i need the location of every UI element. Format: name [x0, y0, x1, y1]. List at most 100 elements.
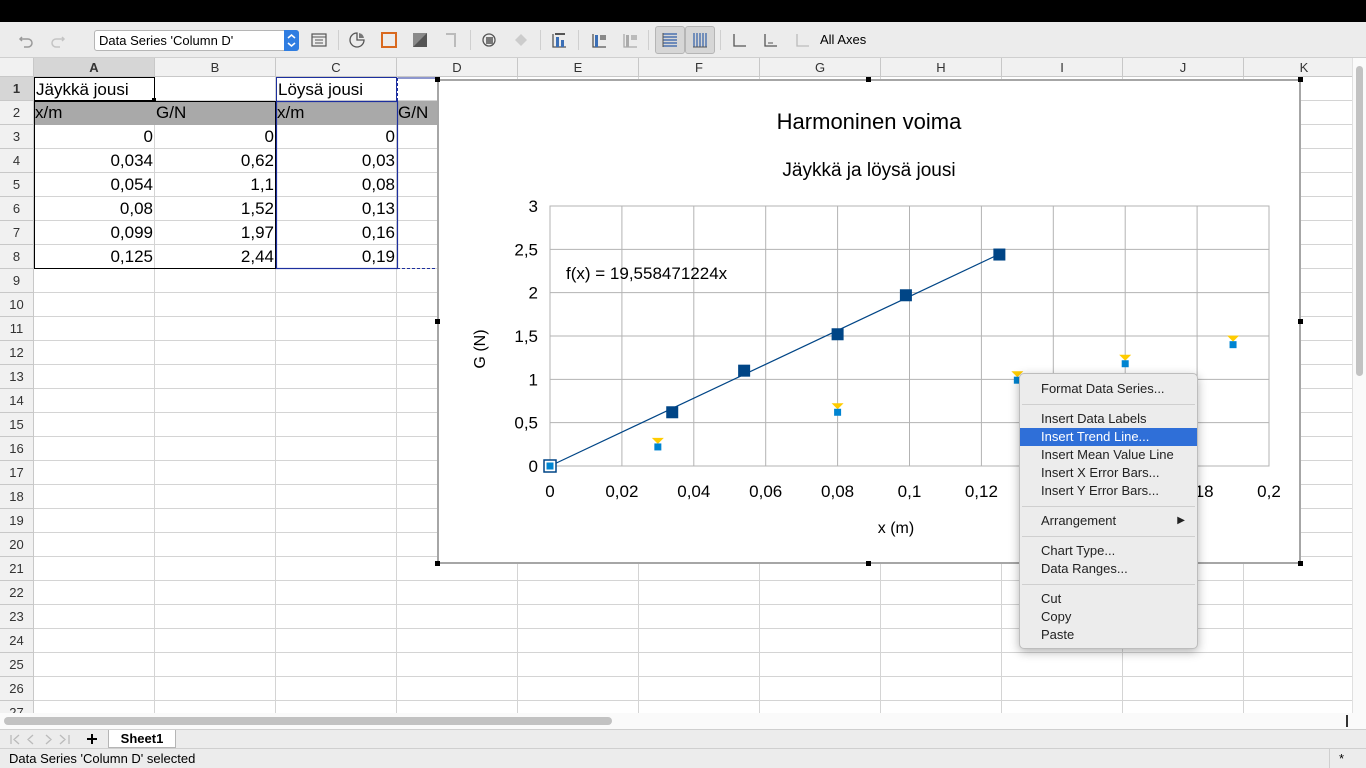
menu-item-paste[interactable]: Paste: [1020, 626, 1197, 644]
row-header-13[interactable]: 13: [0, 365, 34, 389]
row-header-23[interactable]: 23: [0, 605, 34, 629]
sheet-tab-sheet1[interactable]: Sheet1: [108, 730, 176, 748]
row-header-21[interactable]: 21: [0, 557, 34, 581]
all-axes-button[interactable]: All Axes: [820, 32, 866, 47]
chart-floor-icon[interactable]: [439, 28, 463, 52]
column-header-h[interactable]: H: [881, 58, 1002, 77]
column-header-f[interactable]: F: [639, 58, 760, 77]
column-header-j[interactable]: J: [1123, 58, 1244, 77]
menu-item-insert-x-error-bars[interactable]: Insert X Error Bars...: [1020, 464, 1197, 482]
menu-item-insert-trend-line[interactable]: Insert Trend Line...: [1020, 428, 1197, 446]
row-header-12[interactable]: 12: [0, 341, 34, 365]
column-header-b[interactable]: B: [155, 58, 276, 77]
cell-a6[interactable]: 0,08: [34, 197, 155, 221]
column-header-i[interactable]: I: [1002, 58, 1123, 77]
column-header-e[interactable]: E: [518, 58, 639, 77]
cell-c2[interactable]: x/m: [276, 101, 397, 125]
cell-a7[interactable]: 0,099: [34, 221, 155, 245]
z-axis-icon[interactable]: [790, 28, 814, 52]
row-header-2[interactable]: 2: [0, 101, 34, 125]
cell-d2[interactable]: G/N: [397, 101, 437, 125]
menu-item-chart-type[interactable]: Chart Type...: [1020, 542, 1197, 560]
cell-c6[interactable]: 0,13: [276, 197, 397, 221]
row-header-18[interactable]: 18: [0, 485, 34, 509]
cell-c7[interactable]: 0,16: [276, 221, 397, 245]
cell-b3[interactable]: 0: [155, 125, 276, 149]
legend-icon[interactable]: [618, 28, 642, 52]
row-header-8[interactable]: 8: [0, 245, 34, 269]
cell-a3[interactable]: 0: [34, 125, 155, 149]
column-header-c[interactable]: C: [276, 58, 397, 77]
menu-item-copy[interactable]: Copy: [1020, 608, 1197, 626]
vertical-scrollbar[interactable]: [1352, 58, 1366, 713]
scrollbar-thumb[interactable]: [4, 717, 612, 725]
cell-b6[interactable]: 1,52: [155, 197, 276, 221]
row-header-20[interactable]: 20: [0, 533, 34, 557]
row-header-7[interactable]: 7: [0, 221, 34, 245]
format-selection-icon[interactable]: [307, 28, 331, 52]
row-header-15[interactable]: 15: [0, 413, 34, 437]
row-header-25[interactable]: 25: [0, 653, 34, 677]
menu-item-insert-mean-value-line[interactable]: Insert Mean Value Line: [1020, 446, 1197, 464]
cell-b4[interactable]: 0,62: [155, 149, 276, 173]
row-header-24[interactable]: 24: [0, 629, 34, 653]
select-all-corner[interactable]: [0, 58, 34, 77]
row-header-14[interactable]: 14: [0, 389, 34, 413]
rotate-icon[interactable]: [509, 28, 533, 52]
scroll-split-handle[interactable]: [1346, 715, 1348, 727]
row-header-3[interactable]: 3: [0, 125, 34, 149]
3d-view-icon[interactable]: [477, 28, 501, 52]
resize-handle[interactable]: [435, 561, 440, 566]
menu-item-data-ranges[interactable]: Data Ranges...: [1020, 560, 1197, 578]
cell-a5[interactable]: 0,054: [34, 173, 155, 197]
row-header-26[interactable]: 26: [0, 677, 34, 701]
resize-handle[interactable]: [1298, 561, 1303, 566]
cell-b2[interactable]: G/N: [155, 101, 276, 125]
vertical-grids-icon[interactable]: [685, 26, 715, 54]
cell-c5[interactable]: 0,08: [276, 173, 397, 197]
row-header-5[interactable]: 5: [0, 173, 34, 197]
horizontal-scrollbar[interactable]: [0, 713, 1366, 729]
column-header-a[interactable]: A: [34, 58, 155, 77]
row-header-9[interactable]: 9: [0, 269, 34, 293]
cell-c8[interactable]: 0,19: [276, 245, 397, 269]
column-header-d[interactable]: D: [397, 58, 518, 77]
cell-a4[interactable]: 0,034: [34, 149, 155, 173]
chart-element-select[interactable]: Data Series 'Column D': [94, 30, 299, 51]
y-axis-icon[interactable]: [758, 28, 782, 52]
cell-a2[interactable]: x/m: [34, 101, 155, 125]
cell-c4[interactable]: 0,03: [276, 149, 397, 173]
row-header-17[interactable]: 17: [0, 461, 34, 485]
chart-wall-icon[interactable]: [408, 28, 432, 52]
menu-item-format-data-series[interactable]: Format Data Series...: [1020, 380, 1197, 398]
cell-b5[interactable]: 1,1: [155, 173, 276, 197]
cell-b8[interactable]: 2,44: [155, 245, 276, 269]
row-header-16[interactable]: 16: [0, 437, 34, 461]
redo-icon[interactable]: [46, 28, 70, 52]
row-header-6[interactable]: 6: [0, 197, 34, 221]
resize-handle[interactable]: [435, 319, 440, 324]
resize-handle[interactable]: [866, 77, 871, 82]
cell-a8[interactable]: 0,125: [34, 245, 155, 269]
add-sheet-icon[interactable]: [86, 733, 98, 745]
x-axis-icon[interactable]: [727, 28, 751, 52]
column-header-k[interactable]: K: [1244, 58, 1365, 77]
row-header-11[interactable]: 11: [0, 317, 34, 341]
resize-handle[interactable]: [1298, 319, 1303, 324]
scrollbar-thumb[interactable]: [1356, 66, 1363, 376]
cell-a1[interactable]: Jäykkä jousi: [34, 77, 155, 101]
row-header-10[interactable]: 10: [0, 293, 34, 317]
row-header-19[interactable]: 19: [0, 509, 34, 533]
undo-icon[interactable]: [14, 28, 38, 52]
row-header-1[interactable]: 1: [0, 77, 34, 101]
horizontal-grids-icon[interactable]: [655, 26, 685, 54]
legend-on-off-icon[interactable]: [587, 28, 611, 52]
resize-handle[interactable]: [435, 77, 440, 82]
menu-item-arrangement[interactable]: Arrangement ▶: [1020, 512, 1197, 530]
sheet-nav-arrows-icon[interactable]: [8, 733, 74, 746]
resize-handle[interactable]: [1298, 77, 1303, 82]
cell-b7[interactable]: 1,97: [155, 221, 276, 245]
menu-item-insert-y-error-bars[interactable]: Insert Y Error Bars...: [1020, 482, 1197, 500]
resize-handle[interactable]: [866, 561, 871, 566]
row-header-4[interactable]: 4: [0, 149, 34, 173]
